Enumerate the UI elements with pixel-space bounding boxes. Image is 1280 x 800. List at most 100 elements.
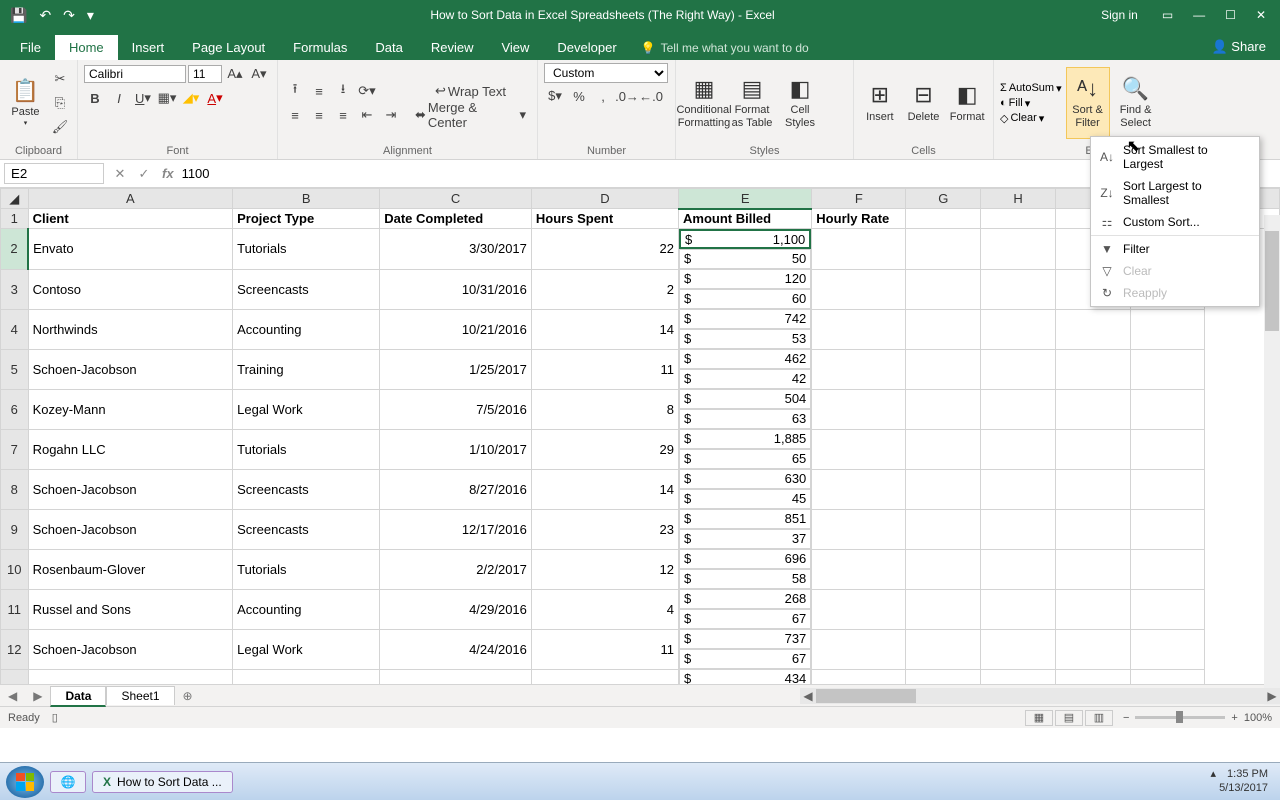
tab-data[interactable]: Data [361,35,416,60]
start-button[interactable] [6,766,44,798]
fill-button[interactable]: ◐ Fill ▾ [1000,97,1062,110]
zoom-level[interactable]: 100% [1244,712,1272,724]
pagebreak-view-button[interactable]: ▥ [1085,710,1113,726]
cell[interactable]: Schoen-Jacobson [28,509,233,549]
cell[interactable]: 10/21/2016 [380,309,532,349]
autosum-button[interactable]: Σ AutoSum ▾ [1000,82,1062,95]
close-icon[interactable]: ✕ [1256,8,1266,22]
tab-insert[interactable]: Insert [118,35,179,60]
zoom-out-button[interactable]: − [1123,712,1129,724]
delete-cells-button[interactable]: ⊟Delete [904,67,944,139]
cell[interactable]: 7/5/2016 [380,389,532,429]
menu-filter[interactable]: ▼Filter [1091,238,1259,260]
cell[interactable]: Russel and Sons [28,589,233,629]
percent-format-icon[interactable]: % [568,85,590,107]
cell[interactable]: $67 [679,649,811,669]
cell[interactable]: 4 [531,589,678,629]
cell[interactable]: Training [233,349,380,389]
tell-me[interactable]: 💡 Tell me what you want to do [631,36,819,60]
comma-format-icon[interactable]: , [592,85,614,107]
sheet-nav-prev[interactable]: ◀ [0,689,25,703]
paste-button[interactable]: 📋Paste▾ [6,67,45,139]
cell[interactable]: 4/24/2016 [380,629,532,669]
cell[interactable]: $50 [679,249,811,269]
borders-button[interactable]: ▦▾ [156,87,178,109]
indent-dec-icon[interactable]: ⇤ [356,104,378,126]
header-cell[interactable]: Project Type [233,209,380,229]
cell[interactable]: Rogahn LLC [28,429,233,469]
row-header[interactable]: 10 [1,549,29,589]
column-header-A[interactable]: A [28,189,233,209]
tab-review[interactable]: Review [417,35,488,60]
minimize-icon[interactable]: — [1193,8,1205,22]
cancel-formula-icon[interactable]: ✕ [108,166,132,182]
cell[interactable]: Tutorials [233,549,380,589]
accounting-format-icon[interactable]: $▾ [544,85,566,107]
cell[interactable]: $696 [679,549,811,569]
cell[interactable]: 11 [531,629,678,669]
row-header[interactable]: 5 [1,349,29,389]
zoom-slider[interactable] [1135,716,1225,719]
select-all-button[interactable]: ◢ [1,189,29,209]
cell[interactable]: 22 [531,229,678,270]
cell[interactable]: Contoso [28,269,233,309]
zoom-in-button[interactable]: + [1231,712,1237,724]
cell[interactable]: $45 [679,489,811,509]
cell[interactable]: Schoen-Jacobson [28,629,233,669]
cell[interactable]: 8 [531,389,678,429]
row-header[interactable]: 12 [1,629,29,669]
cell[interactable]: 14 [531,469,678,509]
cell[interactable]: $42 [679,369,811,389]
cell[interactable]: Accounting [233,309,380,349]
signin-link[interactable]: Sign in [1101,8,1138,22]
align-bottom-icon[interactable]: ⭳ [332,80,354,102]
cell[interactable]: $268 [679,589,811,609]
cell[interactable]: 11 [531,349,678,389]
row-header[interactable]: 3 [1,269,29,309]
cell[interactable]: $65 [679,449,811,469]
cell[interactable]: 1/10/2017 [380,429,532,469]
system-tray[interactable]: ▴ 1:35 PM 5/13/2017 [1210,768,1274,794]
cell[interactable]: Envato [28,229,233,270]
tab-formulas[interactable]: Formulas [279,35,361,60]
cell[interactable]: Legal Work [233,389,380,429]
header-cell[interactable]: Date Completed [380,209,532,229]
new-sheet-button[interactable]: ⊕ [175,689,201,703]
ribbon-options-icon[interactable]: ▭ [1162,8,1173,22]
maximize-icon[interactable]: ☐ [1225,8,1236,22]
fill-color-button[interactable]: ◢▾ [180,87,202,109]
cell[interactable]: $462 [679,349,811,369]
cell[interactable]: 1/25/2017 [380,349,532,389]
name-box[interactable] [4,163,104,184]
undo-icon[interactable]: ↶ [39,7,51,24]
align-middle-icon[interactable]: ≡ [308,80,330,102]
tab-page-layout[interactable]: Page Layout [178,35,279,60]
find-select-button[interactable]: 🔍Find & Select [1114,67,1158,139]
cell[interactable]: Schoen-Jacobson [28,469,233,509]
cell[interactable]: Tutorials [233,429,380,469]
tray-chevron-icon[interactable]: ▴ [1210,768,1216,780]
column-header-G[interactable]: G [906,189,981,209]
row-header[interactable]: 8 [1,469,29,509]
fx-icon[interactable]: fx [156,166,180,181]
cell[interactable]: 4/29/2016 [380,589,532,629]
tab-developer[interactable]: Developer [543,35,630,60]
cell[interactable]: Screencasts [233,469,380,509]
column-header-H[interactable]: H [981,189,1056,209]
row-header[interactable]: 6 [1,389,29,429]
sort-filter-button[interactable]: ᴬ↓Sort & Filter [1066,67,1110,139]
vertical-scrollbar[interactable] [1264,215,1280,705]
cell[interactable]: 3/30/2017 [380,669,532,684]
align-top-icon[interactable]: ⭱ [284,80,306,102]
tab-file[interactable]: File [6,35,55,60]
cell[interactable]: Northwinds [28,309,233,349]
cell[interactable]: $504 [679,389,811,409]
copy-icon[interactable]: ⎘ [49,92,71,114]
sheet-tab-data[interactable]: Data [50,686,106,707]
cell[interactable]: $630 [679,469,811,489]
cell[interactable]: $851 [679,509,811,529]
qat-customize-icon[interactable]: ▾ [87,7,94,24]
wrap-text-button[interactable]: ↩ Wrap Text [410,80,531,102]
taskbar-chrome[interactable]: 🌐 [50,771,86,793]
cell[interactable]: $434 [679,669,811,684]
